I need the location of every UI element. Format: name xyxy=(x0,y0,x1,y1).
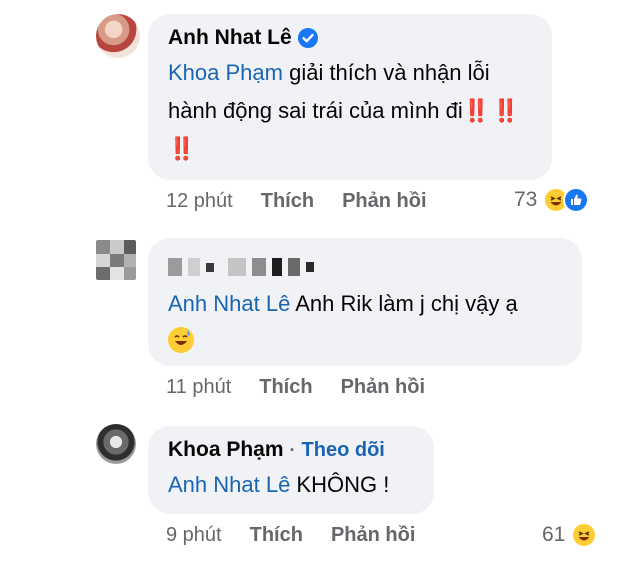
comment-body: Anh Rik làm j chị vậy ạ xyxy=(290,291,518,316)
reaction-count: 73 xyxy=(514,188,538,211)
reaction-summary-1[interactable]: 73 xyxy=(514,187,590,213)
comment-author-3: Khoa Phạm · Theo dõi xyxy=(168,438,385,462)
blurred-author-name xyxy=(168,256,314,278)
author-name[interactable]: Khoa Phạm xyxy=(168,438,284,462)
follow-button[interactable]: Theo dõi xyxy=(302,439,385,462)
avatar-khoa-pham[interactable] xyxy=(96,424,136,464)
avatar-anh-nhat-le[interactable] xyxy=(96,14,140,58)
avatar-blurred[interactable] xyxy=(96,240,136,280)
timestamp[interactable]: 11 phút xyxy=(166,376,231,399)
reaction-count: 61 xyxy=(542,523,566,546)
timestamp[interactable]: 9 phút xyxy=(166,524,222,547)
comment-body: KHÔNG ! xyxy=(290,472,390,497)
comment-actions-3: 9 phút Thích Phản hồi xyxy=(166,524,415,547)
like-button[interactable]: Thích xyxy=(261,190,314,213)
like-button[interactable]: Thích xyxy=(250,524,303,547)
like-icon xyxy=(563,187,590,213)
comment-text-1: Khoa Phạm giải thích và nhận lỗi hành độ… xyxy=(168,54,532,168)
like-button[interactable]: Thích xyxy=(259,376,312,399)
mention-link[interactable]: Khoa Phạm xyxy=(168,60,283,85)
author-name[interactable]: Anh Nhat Lê xyxy=(168,26,292,50)
sweat-smile-emoji xyxy=(168,327,194,353)
comment-text-3: Anh Nhat Lê KHÔNG ! xyxy=(168,466,414,504)
comment-author-1[interactable]: Anh Nhat Lê xyxy=(168,26,318,50)
reply-button[interactable]: Phản hồi xyxy=(342,190,426,213)
reply-button[interactable]: Phản hồi xyxy=(341,376,425,399)
verified-badge-icon xyxy=(297,28,318,48)
mention-link[interactable]: Anh Nhat Lê xyxy=(168,291,290,316)
emoji-line xyxy=(168,327,562,353)
comment-actions-2: 11 phút Thích Phản hồi xyxy=(166,376,425,399)
separator-dot: · xyxy=(289,439,296,460)
laugh-icon xyxy=(571,522,598,548)
comment-actions-1: 12 phút Thích Phản hồi xyxy=(166,190,427,213)
comment-text-2: Anh Nhat Lê Anh Rik làm j chị vậy ạ xyxy=(168,285,562,323)
mention-link[interactable]: Anh Nhat Lê xyxy=(168,472,290,497)
reply-button[interactable]: Phản hồi xyxy=(331,524,415,547)
comment-bubble-3: Khoa Phạm · Theo dõi Anh Nhat Lê KHÔNG ! xyxy=(148,426,434,514)
timestamp[interactable]: 12 phút xyxy=(166,190,233,213)
comment-bubble-2: Anh Nhat Lê Anh Rik làm j chị vậy ạ xyxy=(148,238,582,366)
reaction-summary-3[interactable]: 61 xyxy=(542,522,598,548)
comment-bubble-1: Anh Nhat Lê Khoa Phạm giải thích và nhận… xyxy=(148,14,552,180)
